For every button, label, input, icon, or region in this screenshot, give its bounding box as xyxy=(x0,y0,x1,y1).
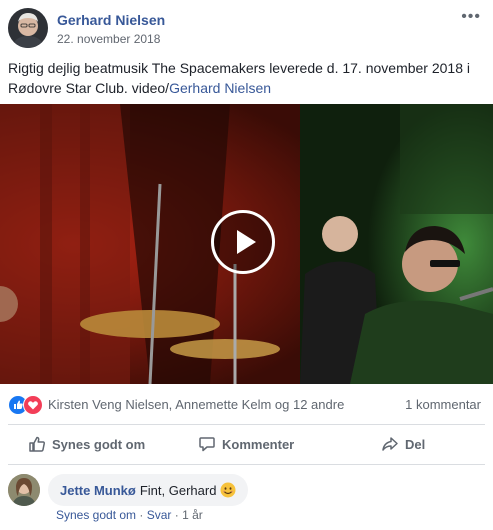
meta-separator: · xyxy=(174,508,179,522)
post-text: Rigtig dejlig beatmusik The Spacemakers … xyxy=(8,58,485,98)
like-button-label: Synes godt om xyxy=(52,436,146,452)
comment-count[interactable]: 1 kommentar xyxy=(405,397,481,412)
comment-time[interactable]: 1 år xyxy=(182,508,203,522)
post-date[interactable]: 22. november 2018 xyxy=(57,32,160,46)
play-icon xyxy=(237,230,256,254)
reactions-bar: Kirsten Veng Nielsen, Annemette Kelm og … xyxy=(8,394,485,416)
comment-button[interactable]: Kommenter xyxy=(198,426,294,462)
post-header: Gerhard Nielsen 22. november 2018 ••• xyxy=(8,8,485,50)
smiling-face-icon xyxy=(220,482,236,498)
share-icon xyxy=(382,437,398,451)
comment-icon xyxy=(199,437,215,452)
play-button[interactable] xyxy=(211,210,275,274)
comment-bubble: Jette Munkø Fint, Gerhard xyxy=(48,474,249,506)
comment-like-link[interactable]: Synes godt om xyxy=(56,508,136,522)
reaction-icons[interactable] xyxy=(8,395,44,415)
comment-reply-link[interactable]: Svar xyxy=(147,508,172,522)
comment-text: Fint, Gerhard xyxy=(139,482,217,498)
comment-meta: Synes godt om · Svar · 1 år xyxy=(56,508,203,522)
divider xyxy=(8,464,485,465)
author-avatar[interactable] xyxy=(8,8,48,48)
post-author[interactable]: Gerhard Nielsen xyxy=(57,12,165,28)
comment-button-label: Kommenter xyxy=(222,436,295,452)
share-button[interactable]: Del xyxy=(381,426,425,462)
divider xyxy=(8,424,485,425)
reaction-names[interactable]: Kirsten Veng Nielsen, Annemette Kelm og … xyxy=(48,397,344,412)
post-actions: Synes godt om Kommenter Del xyxy=(8,426,485,462)
more-options-icon[interactable]: ••• xyxy=(461,8,481,26)
like-button[interactable]: Synes godt om xyxy=(28,426,145,462)
video-player[interactable] xyxy=(0,104,493,384)
comment-author[interactable]: Jette Munkø xyxy=(60,483,136,498)
comment-item: Jette Munkø Fint, Gerhard Synes godt om … xyxy=(8,472,485,528)
thumbs-up-icon xyxy=(29,436,45,452)
share-button-label: Del xyxy=(405,436,426,452)
meta-separator: · xyxy=(139,508,144,522)
commenter-avatar[interactable] xyxy=(8,474,40,506)
love-icon xyxy=(23,395,43,415)
post-text-link[interactable]: Gerhard Nielsen xyxy=(169,80,271,96)
